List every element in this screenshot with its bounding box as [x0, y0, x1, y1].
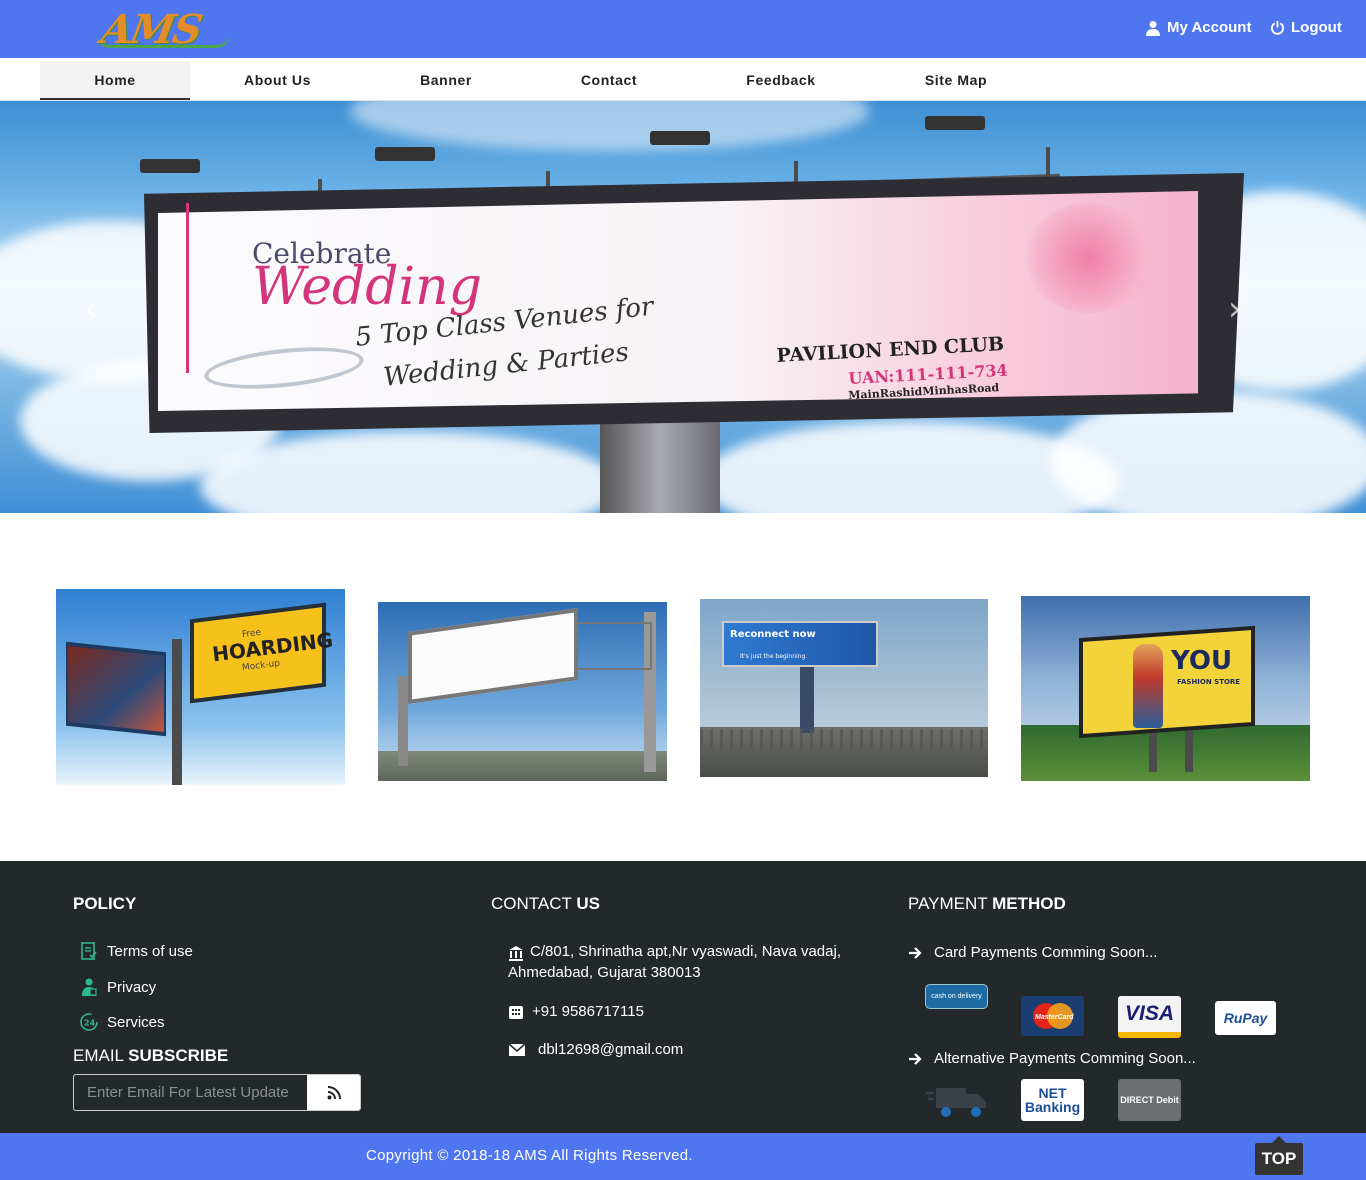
subscribe-button[interactable] — [307, 1075, 360, 1110]
envelope-icon — [508, 1042, 526, 1056]
nav-site-map[interactable]: Site Map — [890, 62, 1022, 100]
back-to-top-button[interactable]: TOP — [1255, 1136, 1303, 1175]
email-subscribe-heading: EMAIL SUBSCRIBE — [73, 1046, 229, 1065]
spotlight-icon — [140, 159, 200, 173]
thumb4-sub: FASHION STORE — [1177, 678, 1241, 686]
rss-icon — [327, 1085, 341, 1099]
visa-logo: VISA — [1118, 996, 1181, 1038]
logout-link[interactable]: Logout — [1270, 19, 1342, 36]
nav-home[interactable]: Home — [40, 62, 190, 100]
privacy-user-icon — [82, 978, 97, 996]
direct-debit-logo: DIRECT Debit — [1118, 1079, 1181, 1121]
email-address: dbl12698@gmail.com — [538, 1041, 684, 1058]
alt-payments-note: Alternative Payments Comming Soon... — [908, 1050, 1196, 1067]
hero-line2: Wedding — [252, 257, 482, 317]
services-link[interactable]: 24 Services — [79, 1012, 165, 1032]
user-icon — [1146, 20, 1160, 36]
contact-address: C/801, Shrinatha apt,Nr vyaswadi, Nava v… — [508, 943, 841, 981]
copyright-text: Copyright © 2018-18 AMS All Rights Reser… — [366, 1147, 693, 1164]
card-payments-note: Card Payments Comming Soon... — [908, 944, 1157, 961]
privacy-label: Privacy — [107, 978, 157, 996]
net-banking-logo: NET Banking — [1021, 1079, 1084, 1121]
thumbnail-reconnect[interactable]: Reconnect now It's just the beginning. — [700, 599, 988, 777]
contact-heading: CONTACT US — [491, 894, 600, 913]
services-label: Services — [107, 1013, 165, 1031]
document-check-icon — [81, 942, 97, 960]
my-account-link[interactable]: My Account — [1145, 19, 1251, 36]
thumbnail-fashion-you[interactable]: YOU FASHION STORE — [1021, 596, 1310, 781]
copyright-bar: Copyright © 2018-18 AMS All Rights Reser… — [0, 1133, 1366, 1180]
address-line2: Ahmedabad, Gujarat 380013 — [508, 964, 701, 981]
site-footer: POLICY Terms of use Privacy 24 Services … — [0, 861, 1366, 1133]
spotlight-icon — [375, 147, 435, 161]
alt-payments-text: Alternative Payments Comming Soon... — [934, 1050, 1196, 1067]
thumb4-title: YOU — [1171, 646, 1233, 676]
phone-icon — [509, 1005, 523, 1019]
rupay-logo: RuPay — [1215, 1001, 1276, 1035]
bank-icon — [509, 946, 523, 961]
ribbon-graphic — [1024, 203, 1154, 313]
thumb3-title: Reconnect now — [730, 629, 816, 640]
email-subscribe-form — [73, 1074, 361, 1111]
contact-email[interactable]: dbl12698@gmail.com — [508, 1041, 683, 1058]
nav-contact[interactable]: Contact — [545, 62, 673, 100]
my-account-label: My Account — [1167, 19, 1252, 36]
policy-heading: POLICY — [73, 894, 137, 913]
address-line1: C/801, Shrinatha apt,Nr vyaswadi, Nava v… — [530, 943, 841, 960]
top-header: AMS My Account Logout — [0, 0, 1366, 58]
hero-carousel: Celebrate Wedding 5 Top Class Venues for… — [0, 101, 1366, 513]
terms-of-use-label: Terms of use — [107, 942, 193, 960]
hero-billboard: Celebrate Wedding 5 Top Class Venues for… — [144, 173, 1244, 433]
logo-text: AMS — [97, 6, 205, 53]
24h-service-icon: 24 — [80, 1013, 98, 1031]
nav-banner[interactable]: Banner — [380, 62, 512, 100]
svg-text:MasterCard: MasterCard — [1035, 1014, 1074, 1021]
thumbnail-blank-gantry[interactable] — [378, 602, 667, 781]
arrow-right-icon — [909, 1052, 922, 1065]
svg-text:24: 24 — [84, 1019, 96, 1028]
nav-about-us[interactable]: About Us — [205, 62, 350, 100]
carousel-next-arrow[interactable]: › — [1228, 289, 1242, 329]
card-payments-text: Card Payments Comming Soon... — [934, 944, 1158, 961]
logout-label: Logout — [1291, 19, 1342, 36]
email-subscribe-input[interactable] — [74, 1075, 307, 1110]
spotlight-icon — [925, 116, 985, 130]
thumbnail-hoarding[interactable]: HOARDING Free Mock-up — [56, 589, 345, 785]
ams-logo[interactable]: AMS — [96, 6, 236, 54]
spotlight-icon — [650, 131, 710, 145]
delivery-truck-icon — [925, 1079, 988, 1121]
cash-on-delivery-logo: cash on delivery — [925, 984, 988, 1009]
contact-phone: +91 9586717115 — [508, 1003, 644, 1020]
arrow-right-icon — [909, 946, 922, 959]
power-icon — [1270, 20, 1285, 35]
terms-of-use-link[interactable]: Terms of use — [79, 941, 193, 961]
mastercard-logo: MasterCard — [1021, 996, 1084, 1036]
payment-heading: PAYMENT METHOD — [908, 894, 1066, 913]
nav-feedback[interactable]: Feedback — [715, 62, 847, 100]
privacy-link[interactable]: Privacy — [79, 977, 156, 997]
thumb3-sub: It's just the beginning. — [740, 653, 808, 660]
phone-number: +91 9586717115 — [532, 1003, 644, 1020]
main-nav: Home About Us Banner Contact Feedback Si… — [0, 58, 1366, 101]
carousel-prev-arrow[interactable]: ‹ — [84, 289, 98, 329]
